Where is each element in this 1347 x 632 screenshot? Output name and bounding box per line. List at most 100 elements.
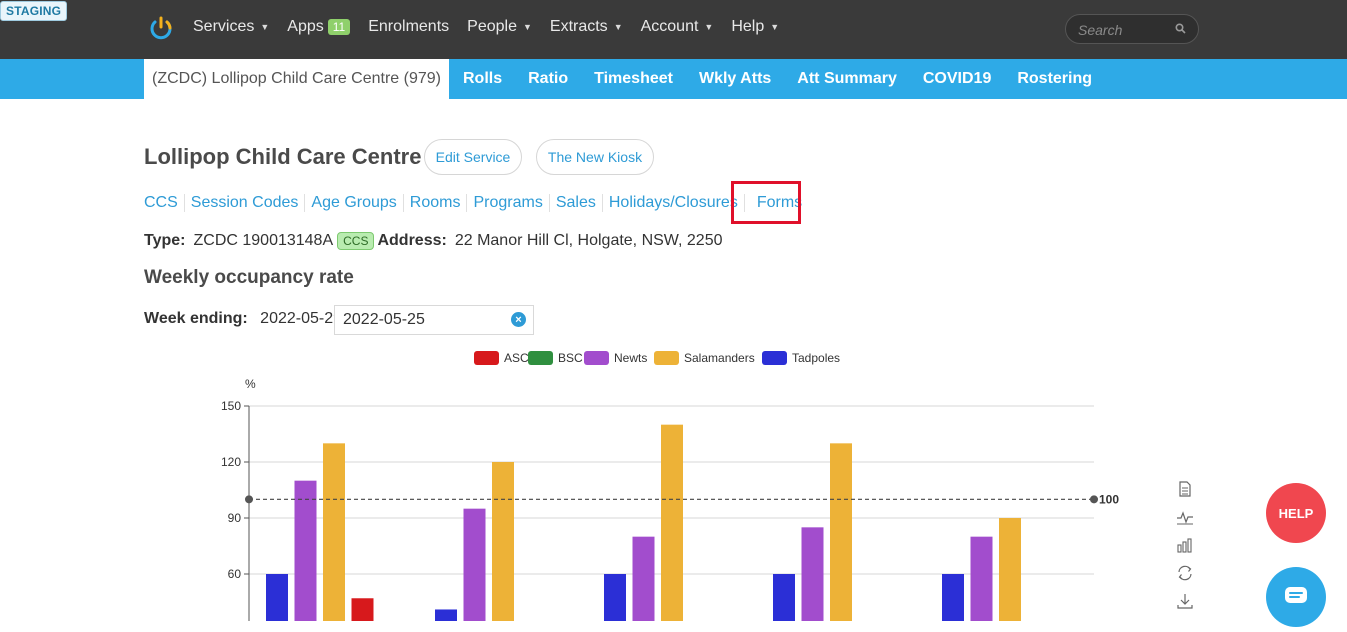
week-ending-label: Week ending:	[144, 310, 248, 327]
bar-tadpoles	[773, 574, 795, 621]
y-tick-label: 150	[221, 399, 241, 413]
nav-help[interactable]: Help ▼	[731, 18, 779, 36]
legend-swatch	[584, 351, 609, 365]
chat-button[interactable]	[1266, 567, 1326, 627]
restore-icon[interactable]	[1176, 564, 1194, 582]
legend-swatch	[474, 351, 499, 365]
staging-badge: STAGING	[0, 1, 68, 21]
bar-chart-icon[interactable]	[1176, 536, 1194, 554]
bar-salamanders	[661, 424, 683, 621]
search-icon[interactable]	[1175, 23, 1186, 34]
threshold-label: 100	[1099, 492, 1119, 506]
bar-newts	[632, 536, 655, 621]
nav-services-label: Services	[193, 18, 255, 35]
bar-asc	[351, 598, 374, 621]
subnav-ratio[interactable]: Ratio	[528, 70, 568, 88]
nav-account-label: Account	[640, 18, 699, 35]
bar-tadpoles	[435, 609, 457, 621]
page-title: Lollipop Child Care Centre	[144, 144, 422, 169]
address-value: 22 Manor Hill Cl, Holgate, NSW, 2250	[454, 232, 723, 249]
nav-extracts[interactable]: Extracts ▼	[550, 18, 623, 36]
chevron-down-icon: ▼	[770, 22, 780, 32]
tab-session-codes[interactable]: Session Codes	[185, 194, 306, 212]
week-date-input[interactable]	[334, 305, 534, 335]
apps-count-badge: 11	[327, 19, 351, 35]
subnav-timesheet[interactable]: Timesheet	[594, 70, 673, 88]
tab-rooms[interactable]: Rooms	[404, 194, 468, 212]
subnav-rostering[interactable]: Rostering	[1017, 70, 1092, 88]
bar-salamanders	[323, 443, 345, 621]
bar-tadpoles	[942, 574, 964, 621]
tab-sales[interactable]: Sales	[550, 194, 603, 212]
legend-swatch	[528, 351, 553, 365]
download-icon[interactable]	[1176, 592, 1194, 610]
subnav-covid19[interactable]: COVID19	[923, 70, 991, 88]
bar-newts	[463, 508, 486, 621]
tab-programs[interactable]: Programs	[467, 194, 550, 212]
data-view-icon[interactable]	[1176, 480, 1194, 498]
nav-enrolments[interactable]: Enrolments	[368, 18, 449, 36]
bar-tadpoles	[266, 574, 288, 621]
nav-people[interactable]: People ▼	[467, 18, 532, 36]
nav-help-label: Help	[731, 18, 765, 35]
y-axis-label: %	[245, 377, 256, 391]
legend-swatch	[762, 351, 787, 365]
new-kiosk-button[interactable]: The New Kiosk	[536, 139, 654, 175]
subnav-rolls[interactable]: Rolls	[463, 70, 502, 88]
legend-swatch	[654, 351, 679, 365]
type-value: ZCDC 190013148A	[193, 232, 334, 249]
edit-service-button[interactable]: Edit Service	[424, 139, 522, 175]
bar-newts	[801, 527, 824, 621]
occupancy-chart: ASC BSC Newts Salamanders Tadpoles% 60 90 120 15…	[221, 351, 1119, 621]
service-info: Type: ZCDC 190013148A CCS Address: 22 Ma…	[144, 232, 723, 250]
tab-age-groups[interactable]: Age Groups	[305, 194, 404, 212]
subnav-wkly-atts[interactable]: Wkly Atts	[699, 70, 771, 88]
nav-account[interactable]: Account ▼	[641, 18, 714, 36]
tab-ccs[interactable]: CCS	[144, 194, 185, 212]
bar-newts	[970, 536, 993, 621]
legend-label: Tadpoles	[792, 351, 840, 365]
chevron-down-icon: ▼	[704, 22, 714, 32]
forms-highlight-box	[731, 181, 801, 224]
nav-apps-label: Apps	[287, 18, 324, 35]
search-box	[1065, 14, 1199, 44]
nav-services[interactable]: Services ▼	[193, 18, 269, 36]
chevron-down-icon: ▼	[522, 22, 532, 32]
search-input[interactable]	[1076, 20, 1180, 40]
y-tick-label: 90	[228, 511, 242, 525]
week-ending-value: 2022-05-29	[260, 310, 343, 327]
chat-icon	[1285, 587, 1307, 603]
nav-people-label: People	[467, 18, 517, 35]
bar-newts	[294, 480, 317, 621]
bar-tadpoles	[604, 574, 626, 621]
service-tabs: CCS Session Codes Age Groups Rooms Progr…	[144, 194, 808, 212]
y-tick-label: 120	[221, 455, 241, 469]
legend-label: Newts	[614, 351, 647, 365]
help-button[interactable]: HELP	[1266, 483, 1326, 543]
subnav-active-service[interactable]: (ZCDC) Lollipop Child Care Centre (979)	[144, 59, 449, 99]
subnav-att-summary[interactable]: Att Summary	[797, 70, 897, 88]
nav-extracts-label: Extracts	[549, 18, 608, 35]
subnav-links: Rolls Ratio Timesheet Wkly Atts Att Summ…	[463, 59, 1118, 99]
type-label: Type:	[144, 232, 186, 249]
clear-icon[interactable]: ×	[511, 312, 526, 327]
main-nav: Services ▼ Apps 11 Enrolments People ▼ E…	[193, 18, 797, 36]
legend-label: Salamanders	[684, 351, 755, 365]
section-title: Weekly occupancy rate	[144, 267, 354, 288]
legend-label: ASC	[504, 351, 529, 365]
chevron-down-icon: ▼	[260, 22, 270, 32]
ccs-badge: CCS	[337, 232, 375, 250]
threshold-end-point	[1090, 495, 1098, 504]
power-logo-icon[interactable]	[148, 15, 174, 41]
y-tick-label: 60	[228, 567, 242, 581]
bar-salamanders	[999, 518, 1021, 621]
chevron-down-icon: ▼	[613, 22, 623, 32]
tab-holidays-closures[interactable]: Holidays/Closures	[603, 194, 745, 212]
week-ending: Week ending: 2022-05-29	[144, 310, 342, 328]
nav-enrolments-label: Enrolments	[368, 18, 450, 35]
bar-salamanders	[830, 443, 852, 621]
line-chart-icon[interactable]	[1176, 508, 1194, 526]
nav-apps[interactable]: Apps 11	[287, 18, 351, 36]
top-navbar: STAGING Services ▼ Apps 11 Enrolments Pe…	[0, 0, 1347, 59]
bar-salamanders	[492, 462, 514, 621]
